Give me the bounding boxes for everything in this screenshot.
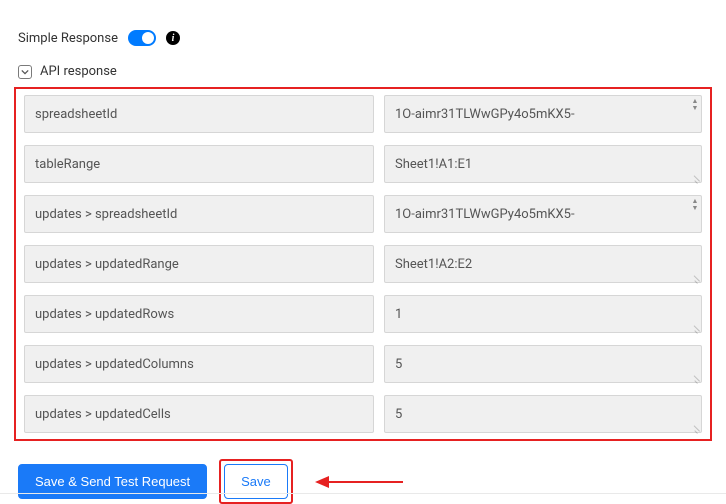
response-key[interactable]: updates > updatedRange xyxy=(24,245,374,283)
response-value-text: 1O-aimr31TLWwGPy4o5mKX5- xyxy=(395,107,575,122)
resize-grip-icon[interactable] xyxy=(692,423,700,431)
scroll-icon[interactable]: ▲▼ xyxy=(691,98,699,130)
response-value-text: Sheet1!A1:E1 xyxy=(395,157,472,172)
table-row: updates > spreadsheetId 1O-aimr31TLWwGPy… xyxy=(16,189,710,239)
table-row: updates > updatedRows 1 xyxy=(16,289,710,339)
scroll-icon[interactable]: ▲▼ xyxy=(691,198,699,230)
button-row: Save & Send Test Request Save xyxy=(18,459,712,504)
info-icon[interactable]: i xyxy=(166,31,180,45)
resize-grip-icon[interactable] xyxy=(692,373,700,381)
resize-grip-icon[interactable] xyxy=(692,273,700,281)
response-value[interactable]: 5 xyxy=(384,395,702,433)
response-value-text: 1 xyxy=(395,307,402,322)
response-key[interactable]: updates > spreadsheetId xyxy=(24,195,374,233)
annotation-arrow-icon xyxy=(315,472,405,492)
table-row: tableRange Sheet1!A1:E1 xyxy=(16,139,710,189)
simple-response-row: Simple Response i xyxy=(18,30,712,46)
response-value[interactable]: 5 xyxy=(384,345,702,383)
response-key[interactable]: updates > updatedRows xyxy=(24,295,374,333)
response-value[interactable]: 1 xyxy=(384,295,702,333)
response-value-text: 5 xyxy=(395,407,402,422)
table-row: updates > updatedCells 5 xyxy=(16,389,710,439)
response-value[interactable]: 1O-aimr31TLWwGPy4o5mKX5- ▲▼ xyxy=(384,195,702,233)
resize-grip-icon[interactable] xyxy=(692,323,700,331)
response-key[interactable]: spreadsheetId xyxy=(24,95,374,133)
table-row: updates > updatedColumns 5 xyxy=(16,339,710,389)
chevron-down-icon[interactable] xyxy=(18,65,32,79)
section-title: API response xyxy=(40,64,117,79)
api-response-table: spreadsheetId 1O-aimr31TLWwGPy4o5mKX5- ▲… xyxy=(14,87,712,441)
response-value-text: 5 xyxy=(395,357,402,372)
response-key[interactable]: updates > updatedCells xyxy=(24,395,374,433)
table-row: spreadsheetId 1O-aimr31TLWwGPy4o5mKX5- ▲… xyxy=(16,89,710,139)
simple-response-toggle[interactable] xyxy=(128,30,156,46)
table-row: updates > updatedRange Sheet1!A2:E2 xyxy=(16,239,710,289)
api-response-header: API response xyxy=(18,64,712,79)
response-value[interactable]: Sheet1!A2:E2 xyxy=(384,245,702,283)
response-value-text: 1O-aimr31TLWwGPy4o5mKX5- xyxy=(395,207,575,222)
divider xyxy=(0,493,726,494)
simple-response-label: Simple Response xyxy=(18,31,118,46)
response-key[interactable]: tableRange xyxy=(24,145,374,183)
annotation-highlight: Save xyxy=(219,459,293,504)
resize-grip-icon[interactable] xyxy=(692,173,700,181)
response-value[interactable]: 1O-aimr31TLWwGPy4o5mKX5- ▲▼ xyxy=(384,95,702,133)
response-key[interactable]: updates > updatedColumns xyxy=(24,345,374,383)
response-value[interactable]: Sheet1!A1:E1 xyxy=(384,145,702,183)
response-value-text: Sheet1!A2:E2 xyxy=(395,257,472,272)
